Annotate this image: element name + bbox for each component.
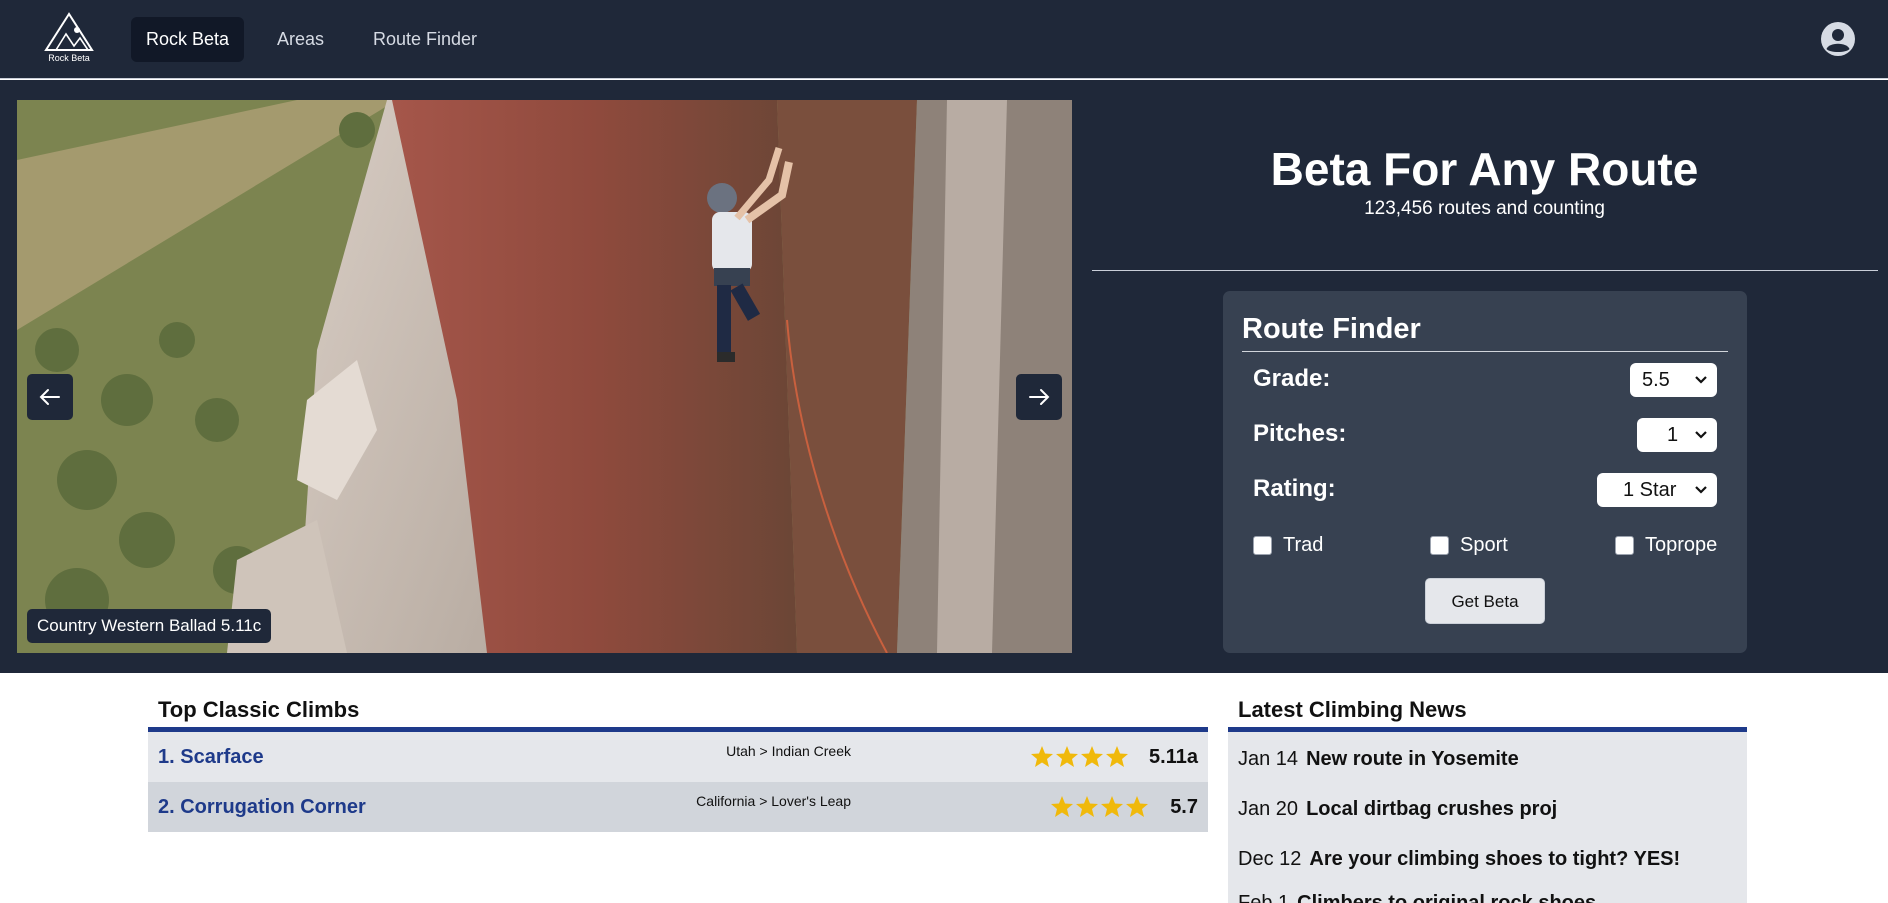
logo-text: Rock Beta	[48, 53, 90, 63]
list-item[interactable]: Jan 20 Local dirtbag crushes proj	[1238, 798, 1557, 821]
hero-divider	[1092, 270, 1878, 271]
carousel-prev-button[interactable]	[27, 374, 73, 420]
climb-grade: 5.11a	[1149, 746, 1198, 768]
climb-grade: 5.7	[1170, 796, 1198, 818]
nav-item-route-finder[interactable]: Route Finder	[358, 17, 492, 62]
route-finder-divider	[1242, 351, 1728, 352]
news-date: Dec 12	[1238, 848, 1302, 870]
news-date: Jan 20	[1238, 798, 1299, 820]
pitches-label: Pitches:	[1253, 420, 1347, 447]
chevron-down-icon	[1695, 486, 1707, 494]
list-item[interactable]: Dec 12 Are your climbing shoes to tight? …	[1238, 848, 1680, 871]
star-rating-icon	[1031, 746, 1128, 767]
nav-item-rock-beta[interactable]: Rock Beta	[131, 17, 245, 62]
list-item[interactable]: Feb 1 Climbers to original rock shoes	[1238, 892, 1596, 903]
arrow-left-icon	[39, 389, 60, 405]
classics-title: Top Classic Climbs	[158, 697, 360, 722]
top-nav: Rock Beta Rock Beta Areas Route Finder	[0, 0, 1888, 79]
news-headline[interactable]: Climbers to original rock shoes	[1297, 892, 1596, 903]
rating-select-value: 1 Star	[1623, 479, 1677, 501]
star-rating-icon	[1051, 796, 1148, 817]
chevron-down-icon	[1695, 376, 1707, 384]
hero-title: Beta For Any Route	[1270, 143, 1699, 195]
news-headline[interactable]: New route in Yosemite	[1306, 748, 1519, 770]
news-title: Latest Climbing News	[1238, 697, 1467, 722]
rating-select[interactable]: 1 Star	[1597, 473, 1717, 507]
news-date: Feb 1	[1238, 892, 1290, 903]
trad-checkbox-box[interactable]	[1253, 536, 1272, 555]
table-row[interactable]: 2. Corrugation Corner California > Lover…	[148, 782, 1208, 832]
toprope-checkbox-label: Toprope	[1645, 534, 1718, 556]
user-circle-icon[interactable]	[1820, 21, 1856, 57]
climb-location: California > Lover's Leap	[696, 793, 851, 809]
climb-name[interactable]: 2. Corrugation Corner	[158, 796, 366, 819]
sport-checkbox-box[interactable]	[1430, 536, 1449, 555]
news-headline[interactable]: Local dirtbag crushes proj	[1306, 798, 1557, 820]
news-list: Jan 14 New route in Yosemite Jan 20 Local …	[1228, 732, 1747, 903]
chevron-down-icon	[1695, 431, 1707, 439]
list-item[interactable]: Jan 14 New route in Yosemite	[1238, 748, 1519, 771]
nav-item-areas[interactable]: Areas	[262, 17, 339, 62]
mountain-logo-icon	[44, 12, 94, 51]
grade-select-value: 5.5	[1642, 369, 1670, 391]
toprope-checkbox-box[interactable]	[1615, 536, 1634, 555]
pitches-select[interactable]: 1	[1637, 418, 1717, 452]
sport-checkbox-label: Sport	[1460, 534, 1508, 556]
trad-checkbox-label: Trad	[1283, 534, 1324, 556]
photo-carousel[interactable]: Country Western Ballad 5.11c	[17, 100, 1072, 653]
hero-subtitle: 123,456 routes and counting	[1364, 198, 1605, 219]
grade-label: Grade:	[1253, 365, 1331, 392]
carousel-next-button[interactable]	[1016, 374, 1062, 420]
climb-name[interactable]: 1. Scarface	[158, 746, 264, 769]
rating-label: Rating:	[1253, 475, 1336, 502]
grade-select[interactable]: 5.5	[1630, 363, 1717, 397]
pitches-select-value: 1	[1667, 424, 1679, 446]
logo[interactable]: Rock Beta	[42, 12, 96, 68]
get-beta-button[interactable]: Get Beta	[1425, 578, 1545, 624]
table-row[interactable]: 1. Scarface Utah > Indian Creek 5.11a	[148, 732, 1208, 782]
route-finder-panel: Route Finder Grade: 5.5 Pitches: 1 Ratin…	[1223, 291, 1747, 653]
news-date: Jan 14	[1238, 748, 1299, 770]
arrow-right-icon	[1029, 389, 1050, 405]
hero-section: Country Western Ballad 5.11c Beta For An…	[0, 80, 1888, 673]
climb-location: Utah > Indian Creek	[726, 743, 851, 759]
climber-photo	[17, 100, 1072, 653]
news-headline[interactable]: Are your climbing shoes to tight? YES!	[1309, 848, 1680, 870]
photo-caption: Country Western Ballad 5.11c	[27, 609, 272, 643]
route-finder-title: Route Finder	[1242, 313, 1421, 345]
